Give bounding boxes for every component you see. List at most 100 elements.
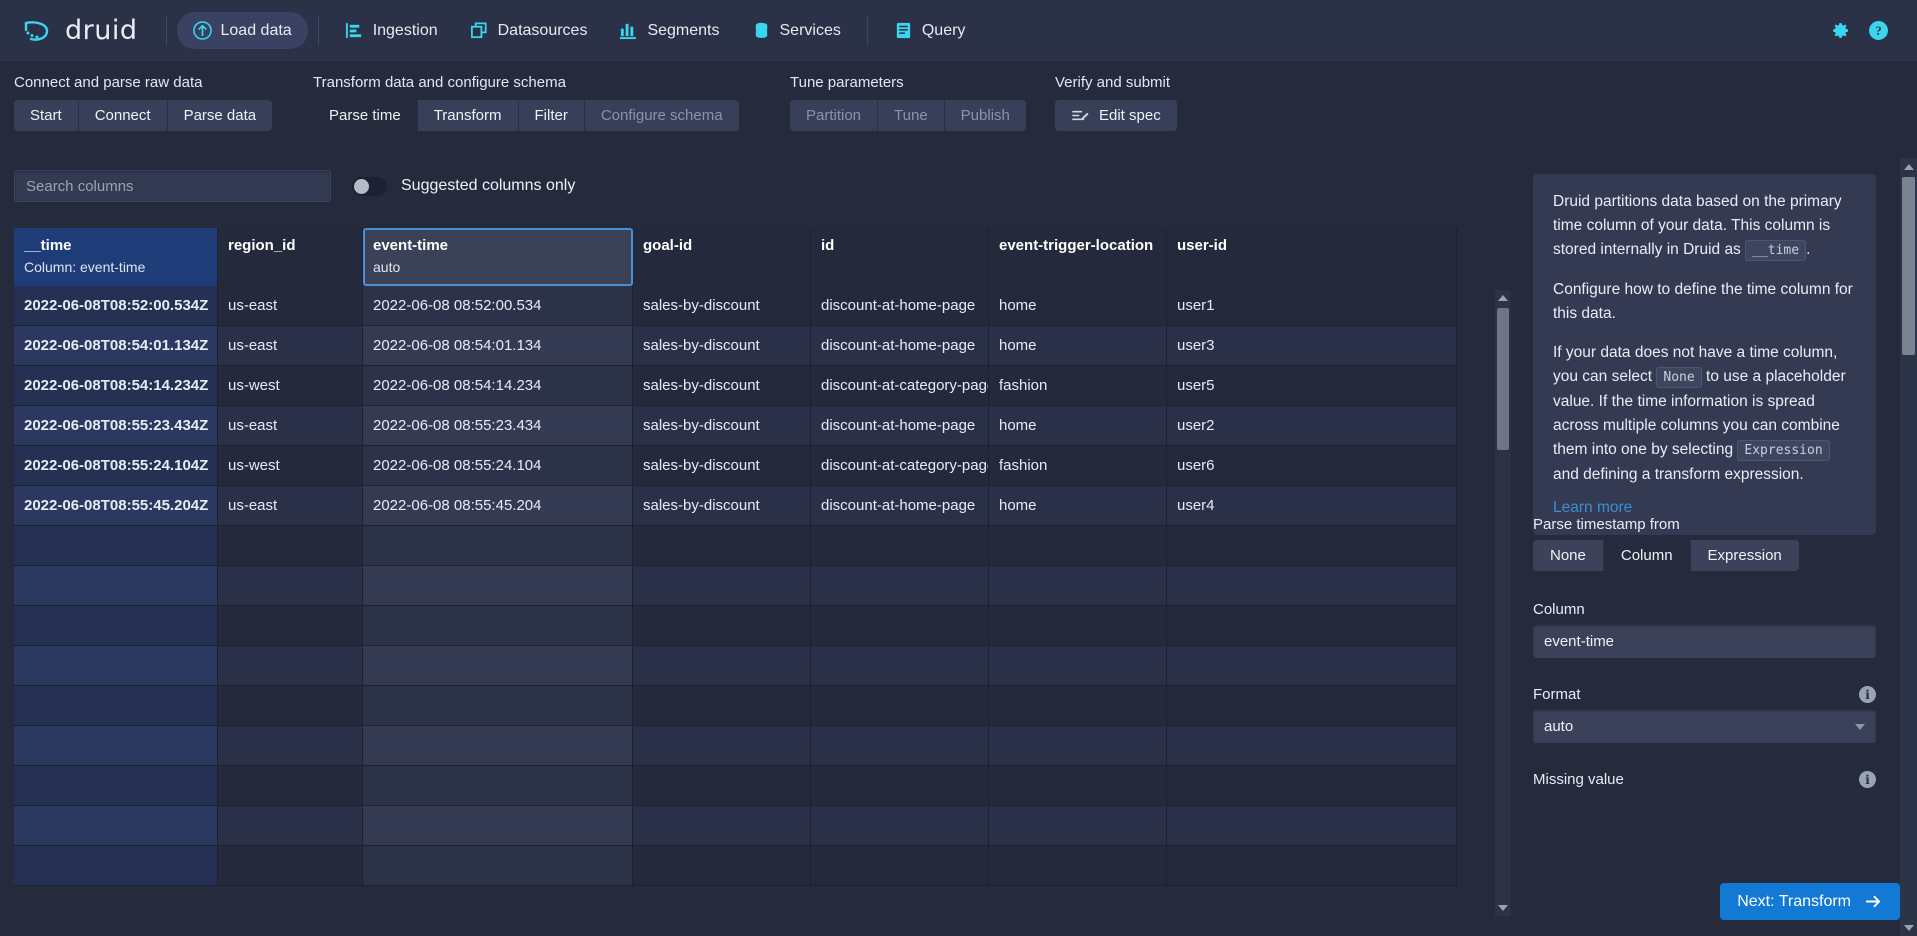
- druid-logo[interactable]: druid: [22, 15, 138, 46]
- format-select[interactable]: auto: [1533, 710, 1876, 743]
- table-cell: home: [989, 286, 1167, 326]
- edit-spec-button[interactable]: Edit spec: [1055, 100, 1177, 131]
- header-divider-3: [866, 15, 868, 46]
- step-parse-data[interactable]: Parse data: [167, 100, 273, 131]
- next-transform-button[interactable]: Next: Transform: [1720, 883, 1900, 920]
- column-header-goal-id[interactable]: goal-id: [633, 228, 811, 286]
- step-button-row: Parse time Transform Filter Configure sc…: [313, 100, 739, 131]
- step-configure-schema[interactable]: Configure schema: [584, 100, 739, 131]
- table-cell: home: [989, 406, 1167, 446]
- table-cell: [14, 806, 218, 846]
- table-cell: us-east: [218, 286, 363, 326]
- table-row: 2022-06-08T08:55:23.434Z us-east 2022-06-0…: [14, 406, 1510, 446]
- columns-toolbar: Suggested columns only: [14, 170, 575, 202]
- search-columns-input[interactable]: [14, 170, 331, 202]
- table-cell: sales-by-discount: [633, 326, 811, 366]
- table-cell: [989, 766, 1167, 806]
- missing-value-field: Missing value i: [1533, 771, 1876, 795]
- column-header-name: event-trigger-location: [999, 237, 1154, 254]
- column-header-region-id[interactable]: region_id: [218, 228, 363, 286]
- table-cell: [218, 686, 363, 726]
- step-parse-time[interactable]: Parse time: [313, 100, 418, 131]
- info-p1-text-b: .: [1806, 241, 1811, 258]
- info-circle-icon[interactable]: i: [1859, 686, 1876, 703]
- table-cell: 2022-06-08 08:55:24.104: [363, 446, 633, 486]
- step-connect[interactable]: Connect: [78, 100, 168, 131]
- scroll-up-arrow[interactable]: [1495, 290, 1511, 306]
- segments-icon: [620, 23, 637, 40]
- expression-code-chip: Expression: [1737, 440, 1830, 461]
- learn-more-link[interactable]: Learn more: [1553, 499, 1632, 517]
- table-cell: 2022-06-08 08:52:00.534: [363, 286, 633, 326]
- nav-query[interactable]: Query: [878, 12, 982, 49]
- step-filter[interactable]: Filter: [518, 100, 585, 131]
- panel-scroll-thumb[interactable]: [1902, 177, 1915, 355]
- suggested-columns-toggle-wrap: Suggested columns only: [352, 176, 575, 196]
- table-cell: [14, 646, 218, 686]
- column-header-event-time[interactable]: event-time auto: [363, 228, 633, 286]
- label-text: Column: [1533, 601, 1585, 618]
- step-partition[interactable]: Partition: [790, 100, 879, 131]
- chevron-down-icon: [1855, 724, 1865, 730]
- nav-label: Query: [921, 21, 966, 39]
- nav-services[interactable]: Services: [736, 12, 857, 49]
- help-circle-icon[interactable]: ?: [1868, 20, 1889, 41]
- table-cell: [1167, 806, 1457, 846]
- step-button-row: Partition Tune Publish: [790, 100, 1026, 131]
- column-header-event-trigger-location[interactable]: event-trigger-location: [989, 228, 1167, 286]
- option-none[interactable]: None: [1533, 540, 1604, 571]
- nav-ingestion[interactable]: Ingestion: [329, 12, 454, 49]
- suggested-columns-toggle[interactable]: [352, 176, 387, 196]
- services-database-icon: [755, 22, 767, 38]
- table-cell: [811, 726, 989, 766]
- column-header--time[interactable]: __time Column: event-time: [14, 228, 218, 286]
- panel-scroll-down-arrow[interactable]: [1900, 919, 1917, 936]
- column-input[interactable]: [1533, 625, 1876, 658]
- table-cell: [633, 766, 811, 806]
- nav-segments[interactable]: Segments: [603, 12, 735, 49]
- table-cell: [1167, 646, 1457, 686]
- side-panel-scrollbar[interactable]: [1900, 158, 1917, 936]
- table-cell: discount-at-home-page: [811, 286, 989, 326]
- nav-datasources[interactable]: Datasources: [454, 12, 604, 49]
- info-paragraph-3: If your data does not have a time column…: [1553, 341, 1859, 487]
- upload-cloud-icon: [192, 21, 212, 40]
- gear-icon[interactable]: [1829, 20, 1850, 41]
- table-cell: fashion: [989, 366, 1167, 406]
- table-cell: sales-by-discount: [633, 366, 811, 406]
- step-start[interactable]: Start: [14, 100, 79, 131]
- option-column[interactable]: Column: [1603, 540, 1691, 571]
- parse-time-preview-table: __time Column: event-time region_id event-t…: [14, 228, 1510, 916]
- table-cell: [633, 606, 811, 646]
- table-vertical-scrollbar[interactable]: [1495, 290, 1511, 916]
- step-transform[interactable]: Transform: [417, 100, 519, 131]
- scroll-thumb[interactable]: [1497, 308, 1509, 450]
- table-cell: [363, 606, 633, 646]
- table-cell: [218, 806, 363, 846]
- step-group-title: Connect and parse raw data: [14, 74, 203, 91]
- scroll-down-arrow[interactable]: [1495, 900, 1511, 916]
- step-button-row: Start Connect Parse data: [14, 100, 273, 131]
- table-cell: [1167, 526, 1457, 566]
- option-expression[interactable]: Expression: [1690, 540, 1799, 571]
- header-divider-2: [317, 15, 319, 46]
- step-publish[interactable]: Publish: [944, 100, 1026, 131]
- table-cell: [633, 806, 811, 846]
- toggle-knob: [354, 178, 369, 194]
- table-cell: [989, 606, 1167, 646]
- column-header-id[interactable]: id: [811, 228, 989, 286]
- nav-label: Segments: [647, 21, 720, 39]
- table-row: [14, 566, 1510, 606]
- column-header-user-id[interactable]: user-id: [1167, 228, 1457, 286]
- table-cell: us-east: [218, 406, 363, 446]
- panel-scroll-up-arrow[interactable]: [1900, 158, 1917, 175]
- table-cell: home: [989, 486, 1167, 526]
- table-row: [14, 526, 1510, 566]
- table-cell: [989, 806, 1167, 846]
- table-cell: [989, 526, 1167, 566]
- table-cell: [811, 766, 989, 806]
- info-circle-icon-2[interactable]: i: [1859, 771, 1876, 788]
- step-tune[interactable]: Tune: [878, 100, 945, 131]
- table-cell: [14, 726, 218, 766]
- nav-load-data[interactable]: Load data: [176, 12, 308, 49]
